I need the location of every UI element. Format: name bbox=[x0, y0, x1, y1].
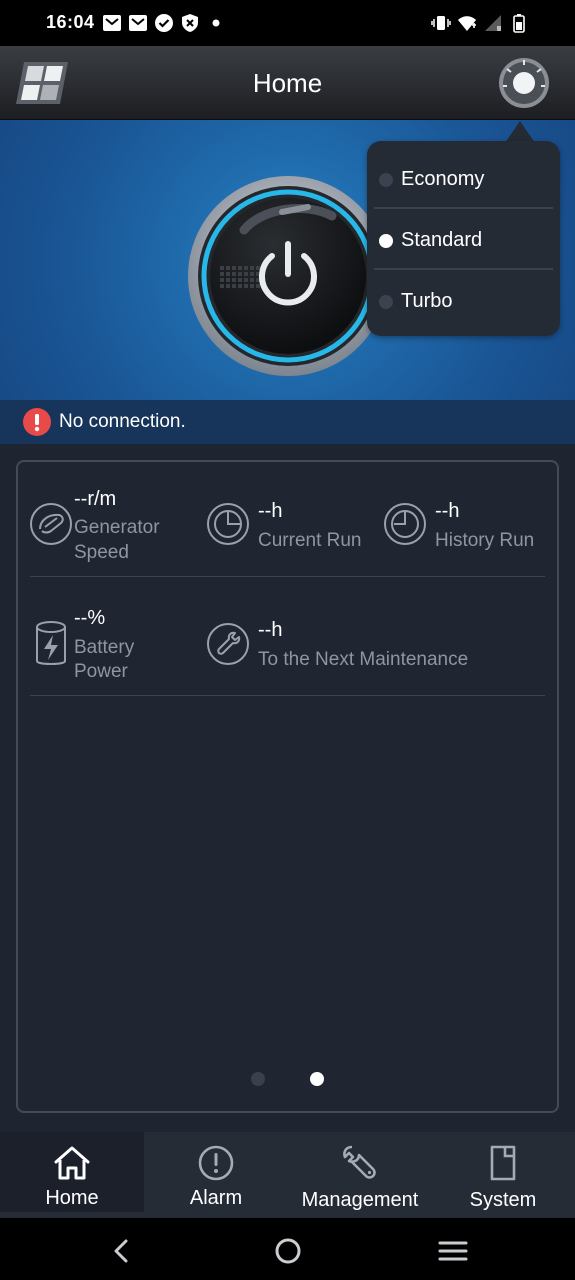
device-icon bbox=[490, 1145, 516, 1181]
back-icon[interactable] bbox=[104, 1234, 138, 1268]
pager-dot[interactable] bbox=[251, 1072, 265, 1086]
mode-option-standard[interactable]: Standard bbox=[367, 210, 560, 270]
pager-dot-active[interactable] bbox=[310, 1072, 324, 1086]
gauge-icon bbox=[30, 503, 72, 545]
radio-unselected-icon bbox=[379, 295, 393, 309]
metrics-divider bbox=[30, 695, 545, 696]
next-maintenance-label: To the Next Maintenance bbox=[258, 649, 469, 670]
dot-icon bbox=[212, 19, 220, 27]
next-maintenance-value: --h bbox=[258, 619, 283, 641]
current-run-value: --h bbox=[258, 500, 283, 522]
nav-home-label: Home bbox=[45, 1187, 99, 1209]
vibrate-icon bbox=[431, 16, 451, 30]
history-clock-icon bbox=[384, 503, 426, 545]
wrench-icon bbox=[207, 623, 249, 665]
radio-unselected-icon bbox=[379, 173, 393, 187]
check-circle-icon bbox=[155, 14, 173, 32]
status-notification-icons bbox=[102, 13, 226, 33]
mode-option-label: Standard bbox=[401, 229, 483, 251]
battery-icon bbox=[36, 621, 66, 665]
alert-icon bbox=[23, 408, 51, 436]
shield-icon bbox=[182, 14, 198, 32]
mode-separator bbox=[374, 268, 553, 270]
nav-system[interactable]: System bbox=[431, 1132, 575, 1212]
status-bar: 16:04 bbox=[0, 0, 575, 46]
mode-separator bbox=[374, 207, 553, 209]
nav-home[interactable]: Home bbox=[0, 1132, 144, 1212]
alert-icon bbox=[198, 1145, 234, 1181]
mode-option-economy[interactable]: Economy bbox=[367, 149, 560, 209]
home-circle-icon[interactable] bbox=[271, 1234, 305, 1268]
mode-dropdown: Economy Standard Turbo bbox=[367, 141, 560, 336]
bottom-nav: Home Alarm Management System bbox=[0, 1132, 575, 1218]
metrics-divider bbox=[30, 576, 545, 577]
battery-power-value: --% bbox=[74, 607, 106, 629]
app-header: Home bbox=[0, 46, 575, 120]
power-button[interactable] bbox=[186, 174, 390, 378]
wifi-icon bbox=[458, 16, 476, 31]
battery-power-label-line2: Power bbox=[74, 661, 128, 682]
generator-speed-value: --r/m bbox=[74, 488, 117, 510]
status-time: 16:04 bbox=[46, 12, 95, 32]
nav-alarm[interactable]: Alarm bbox=[144, 1132, 288, 1212]
clock-icon bbox=[207, 503, 249, 545]
nav-management[interactable]: Management bbox=[288, 1132, 432, 1212]
history-run-value: --h bbox=[435, 500, 460, 522]
home-icon bbox=[54, 1146, 90, 1180]
history-run-label: History Run bbox=[435, 530, 535, 551]
mode-option-turbo[interactable]: Turbo bbox=[367, 271, 560, 331]
nav-system-label: System bbox=[469, 1189, 537, 1211]
battery-power-label-line1: Battery bbox=[74, 637, 135, 658]
radio-selected-icon bbox=[379, 234, 393, 248]
system-nav-bar bbox=[0, 1218, 575, 1280]
signal-icon bbox=[485, 15, 501, 31]
generator-speed-label-line1: Generator bbox=[74, 517, 160, 538]
status-system-icons bbox=[431, 13, 529, 33]
current-run-label: Current Run bbox=[258, 530, 362, 551]
nav-alarm-label: Alarm bbox=[189, 1187, 243, 1209]
mail-icon bbox=[103, 15, 121, 31]
mode-option-label: Economy bbox=[401, 168, 485, 190]
connection-status-text: No connection. bbox=[59, 411, 186, 432]
menu-icon[interactable] bbox=[436, 1234, 470, 1268]
battery-icon bbox=[513, 14, 525, 33]
nav-management-label: Management bbox=[301, 1189, 419, 1211]
wrench-icon bbox=[343, 1145, 376, 1179]
dropdown-pointer bbox=[505, 121, 535, 143]
mode-knob-icon[interactable] bbox=[497, 56, 551, 110]
mode-option-label: Turbo bbox=[401, 290, 453, 312]
mail-icon bbox=[129, 15, 147, 31]
generator-speed-label-line2: Speed bbox=[74, 542, 129, 563]
page-title: Home bbox=[252, 68, 323, 98]
